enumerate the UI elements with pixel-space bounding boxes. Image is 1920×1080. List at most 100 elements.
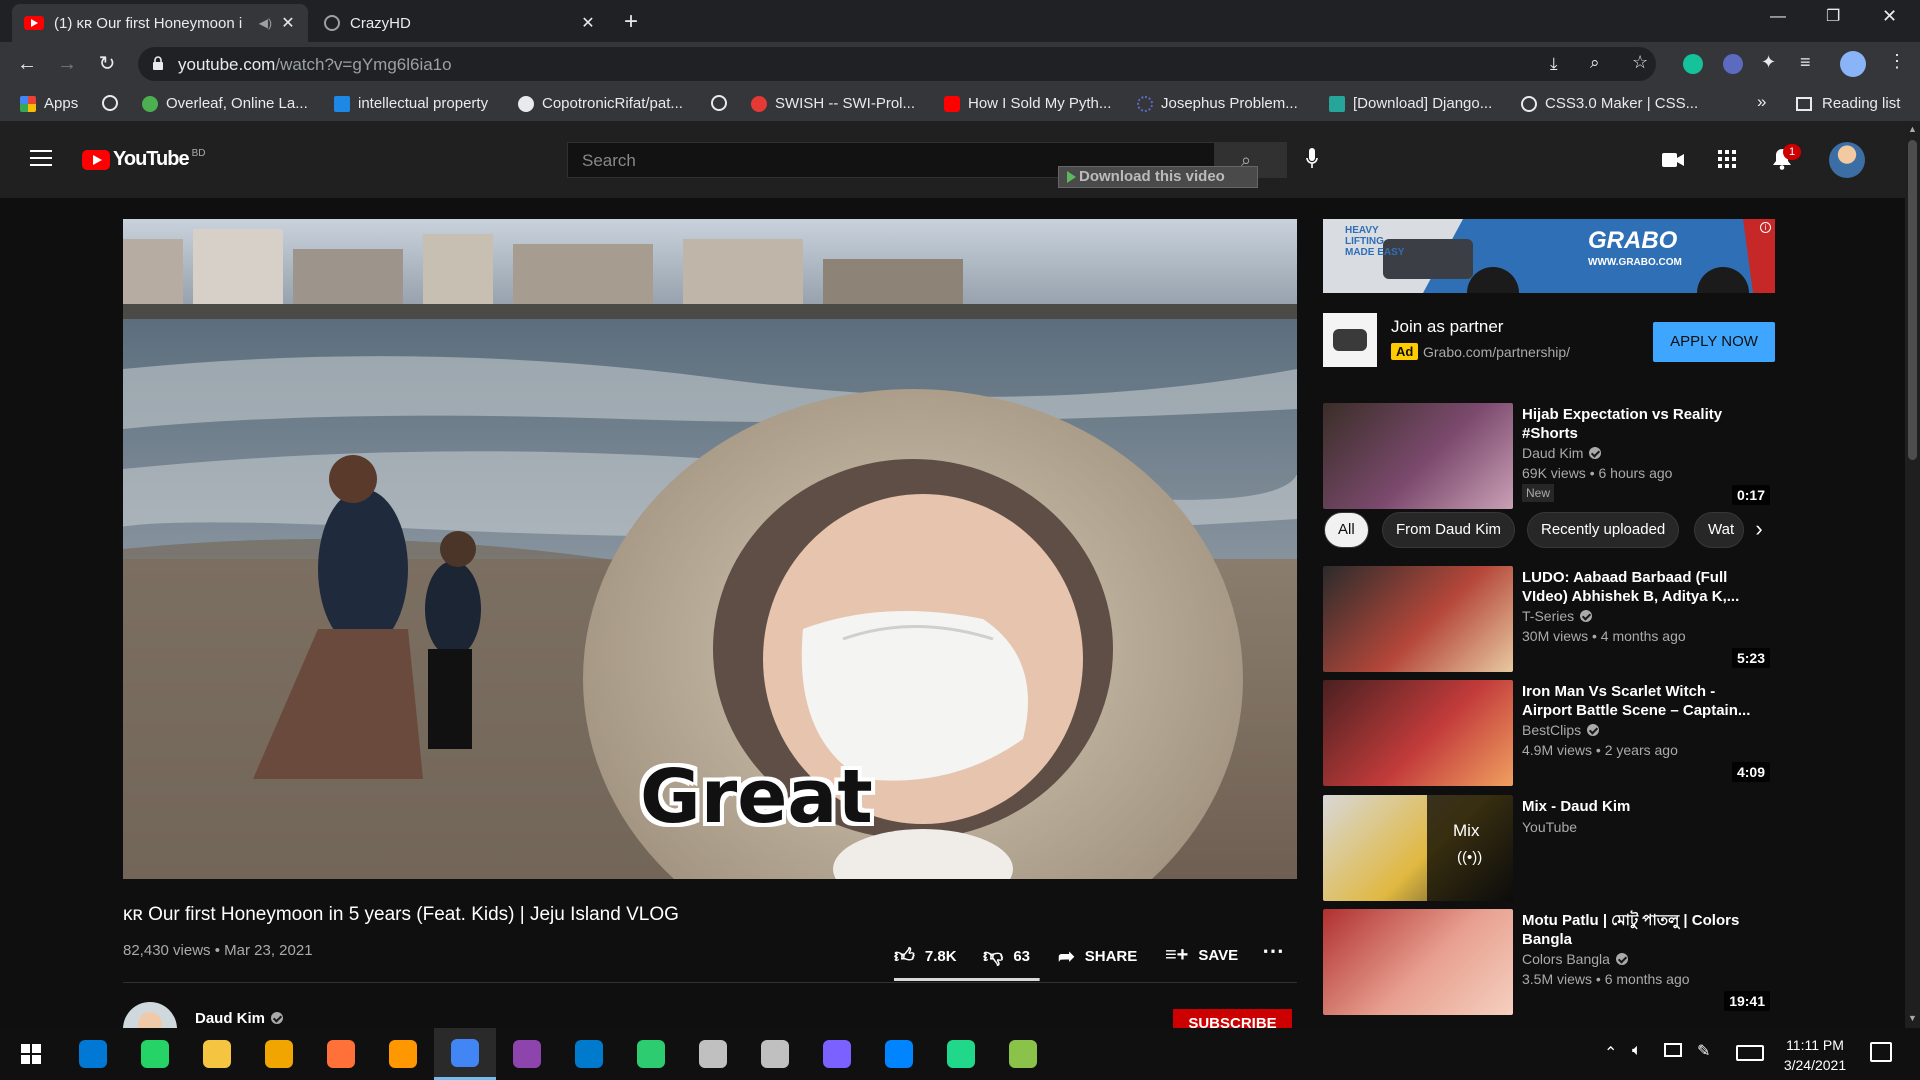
bookmarks-overflow-button[interactable]: » bbox=[1757, 92, 1766, 112]
address-bar[interactable]: youtube.com/watch?v=gYmg6l6ia1o ⤓ ⌕ ☆ bbox=[138, 47, 1656, 81]
tab-close-icon[interactable]: ✕ bbox=[580, 13, 596, 33]
install-icon[interactable]: ⤓ bbox=[1550, 54, 1558, 74]
tab-crazyhd[interactable]: CrazyHD ✕ bbox=[312, 4, 608, 42]
app-glyph-icon bbox=[203, 1040, 231, 1068]
ad-row[interactable]: Join as partner Ad Grabo.com/partnership… bbox=[1323, 313, 1775, 367]
puzzle-extensions-icon[interactable]: ✦ bbox=[1761, 52, 1776, 73]
bookmark-apps[interactable]: Apps bbox=[20, 95, 78, 112]
bookmark-overleaf[interactable]: Overleaf, Online La... bbox=[142, 95, 308, 112]
scroll-down-arrow-icon[interactable]: ▼ bbox=[1908, 1013, 1917, 1023]
taskbar-app-icon[interactable] bbox=[310, 1028, 372, 1080]
restore-button[interactable]: ❐ bbox=[1826, 6, 1840, 26]
taskbar-app-icon[interactable] bbox=[186, 1028, 248, 1080]
back-arrow-icon[interactable]: ← bbox=[15, 52, 39, 76]
dislike-button[interactable]: 👎︎ 63 bbox=[983, 944, 1030, 968]
app-glyph-icon bbox=[141, 1040, 169, 1068]
scroll-up-arrow-icon[interactable]: ▲ bbox=[1908, 124, 1917, 134]
profile-avatar[interactable] bbox=[1840, 51, 1866, 77]
url-text: youtube.com/watch?v=gYmg6l6ia1o bbox=[178, 55, 452, 75]
bookmark-globe-1[interactable] bbox=[102, 95, 126, 111]
grammarly-extension-icon[interactable] bbox=[1683, 54, 1703, 74]
create-video-icon[interactable] bbox=[1662, 152, 1684, 168]
taskbar-app-icon[interactable] bbox=[682, 1028, 744, 1080]
bookmark-github[interactable]: CopotronicRifat/pat... bbox=[518, 95, 683, 112]
bookmark-django[interactable]: [Download] Django... bbox=[1329, 95, 1492, 112]
bookmark-globe-2[interactable] bbox=[711, 95, 735, 111]
more-actions-icon[interactable]: ⋯ bbox=[1262, 938, 1284, 964]
app-glyph-icon bbox=[823, 1040, 851, 1068]
system-clock[interactable]: 11:11 PM 3/24/2021 bbox=[1770, 1035, 1860, 1075]
video-player[interactable]: Great bbox=[123, 219, 1297, 879]
ad-banner[interactable]: HEAVY LIFTING MADE EASY GRABO WWW.GRABO.… bbox=[1323, 219, 1775, 293]
bookmark-intellectual-property[interactable]: intellectual property bbox=[334, 95, 488, 112]
taskbar-app-icon[interactable] bbox=[248, 1028, 310, 1080]
taskbar-app-icon[interactable] bbox=[620, 1028, 682, 1080]
recommendation-item[interactable]: 0:17 Hijab Expectation vs Reality #Short… bbox=[1323, 403, 1775, 509]
network-icon[interactable] bbox=[1664, 1043, 1682, 1057]
taskbar-app-icon[interactable] bbox=[930, 1028, 992, 1080]
apply-now-button[interactable]: APPLY NOW bbox=[1653, 322, 1775, 362]
microphone-icon[interactable] bbox=[1306, 148, 1318, 170]
recommendation-item[interactable]: 4:09 Iron Man Vs Scarlet Witch - Airport… bbox=[1323, 680, 1775, 786]
ad-info-icon[interactable]: i bbox=[1760, 222, 1771, 233]
apps-grid-icon[interactable] bbox=[1718, 150, 1736, 168]
bookmark-youtube[interactable]: How I Sold My Pyth... bbox=[944, 95, 1111, 112]
youtube-logo[interactable]: YouTube BD bbox=[82, 148, 205, 171]
taskbar-app-icon[interactable] bbox=[496, 1028, 558, 1080]
youtube-wordmark: YouTube bbox=[113, 148, 190, 170]
recommendation-channel: BestClips bbox=[1522, 722, 1600, 738]
taskbar-app-icon[interactable] bbox=[868, 1028, 930, 1080]
media-control-icon[interactable]: ≡ bbox=[1800, 52, 1811, 73]
action-center-icon[interactable] bbox=[1870, 1042, 1892, 1062]
recommendation-item[interactable]: 5:23 LUDO: Aabaad Barbaad (Full VIdeo) A… bbox=[1323, 566, 1775, 672]
extension-icon[interactable] bbox=[1723, 54, 1743, 74]
app-glyph-icon bbox=[451, 1038, 479, 1067]
bookmark-css-maker[interactable]: CSS3.0 Maker | CSS... bbox=[1521, 95, 1698, 112]
tab-audio-icon[interactable]: ◀) bbox=[259, 16, 272, 30]
channel-name[interactable]: Daud Kim bbox=[195, 1010, 284, 1027]
reading-list-button[interactable]: Reading list bbox=[1796, 95, 1900, 112]
forward-arrow-icon[interactable]: → bbox=[55, 52, 79, 76]
pen-icon[interactable]: ✎ bbox=[1697, 1041, 1710, 1061]
chrome-menu-icon[interactable]: ⋮ bbox=[1888, 51, 1906, 72]
app-glyph-icon bbox=[1009, 1040, 1037, 1068]
new-tab-button[interactable]: + bbox=[624, 8, 638, 36]
recommendation-item[interactable]: 19:41 Motu Patlu | মোটু পাতলু | Colors B… bbox=[1323, 909, 1775, 1015]
taskbar-app-icon[interactable] bbox=[62, 1028, 124, 1080]
keyboard-icon[interactable] bbox=[1736, 1045, 1764, 1061]
chips-next-chevron-icon[interactable]: › bbox=[1744, 512, 1774, 548]
taskbar-app-icon[interactable] bbox=[992, 1028, 1054, 1080]
tab-youtube[interactable]: (1) ᴋʀ Our first Honeymoon i ◀) ✕ bbox=[12, 4, 308, 42]
chip-all[interactable]: All bbox=[1324, 512, 1369, 548]
close-window-button[interactable]: ✕ bbox=[1882, 6, 1897, 27]
taskbar-app-icon[interactable] bbox=[744, 1028, 806, 1080]
volume-icon[interactable]: 🔈︎ bbox=[1632, 1042, 1642, 1060]
download-video-overlay[interactable]: Download this video bbox=[1058, 166, 1258, 188]
video-burned-caption: Great bbox=[640, 754, 873, 840]
reload-icon[interactable]: ↻ bbox=[95, 52, 119, 76]
account-avatar[interactable] bbox=[1829, 142, 1865, 178]
chip-recently-uploaded[interactable]: Recently uploaded bbox=[1527, 512, 1680, 548]
scrollbar-thumb[interactable] bbox=[1908, 140, 1917, 460]
tray-overflow-chevron-icon[interactable]: ⌃ bbox=[1604, 1043, 1617, 1063]
taskbar-app-icon[interactable] bbox=[434, 1028, 496, 1080]
share-button[interactable]: ➦ SHARE bbox=[1058, 944, 1137, 969]
chip-watched[interactable]: Wat bbox=[1694, 512, 1744, 548]
tab-close-icon[interactable]: ✕ bbox=[280, 13, 296, 33]
page-scrollbar[interactable]: ▲ ▼ bbox=[1905, 122, 1920, 1028]
zoom-icon[interactable]: ⌕ bbox=[1590, 53, 1600, 73]
taskbar-app-icon[interactable] bbox=[372, 1028, 434, 1080]
taskbar-app-icon[interactable] bbox=[124, 1028, 186, 1080]
bookmark-josephus[interactable]: Josephus Problem... bbox=[1137, 95, 1298, 112]
save-button[interactable]: ≡+ SAVE bbox=[1165, 944, 1238, 967]
hamburger-menu-icon[interactable] bbox=[30, 150, 52, 166]
taskbar-app-icon[interactable] bbox=[806, 1028, 868, 1080]
start-button[interactable] bbox=[0, 1028, 62, 1080]
bookmark-star-icon[interactable]: ☆ bbox=[1632, 52, 1648, 73]
recommendation-item[interactable]: Mix ((•)) Mix - Daud Kim YouTube bbox=[1323, 795, 1775, 901]
like-button[interactable]: 👍︎ 7.8K bbox=[894, 944, 957, 968]
bookmark-swish[interactable]: SWISH -- SWI-Prol... bbox=[751, 95, 915, 112]
chip-from-daud-kim[interactable]: From Daud Kim bbox=[1382, 512, 1516, 548]
taskbar-app-icon[interactable] bbox=[558, 1028, 620, 1080]
minimize-button[interactable]: — bbox=[1770, 8, 1786, 26]
